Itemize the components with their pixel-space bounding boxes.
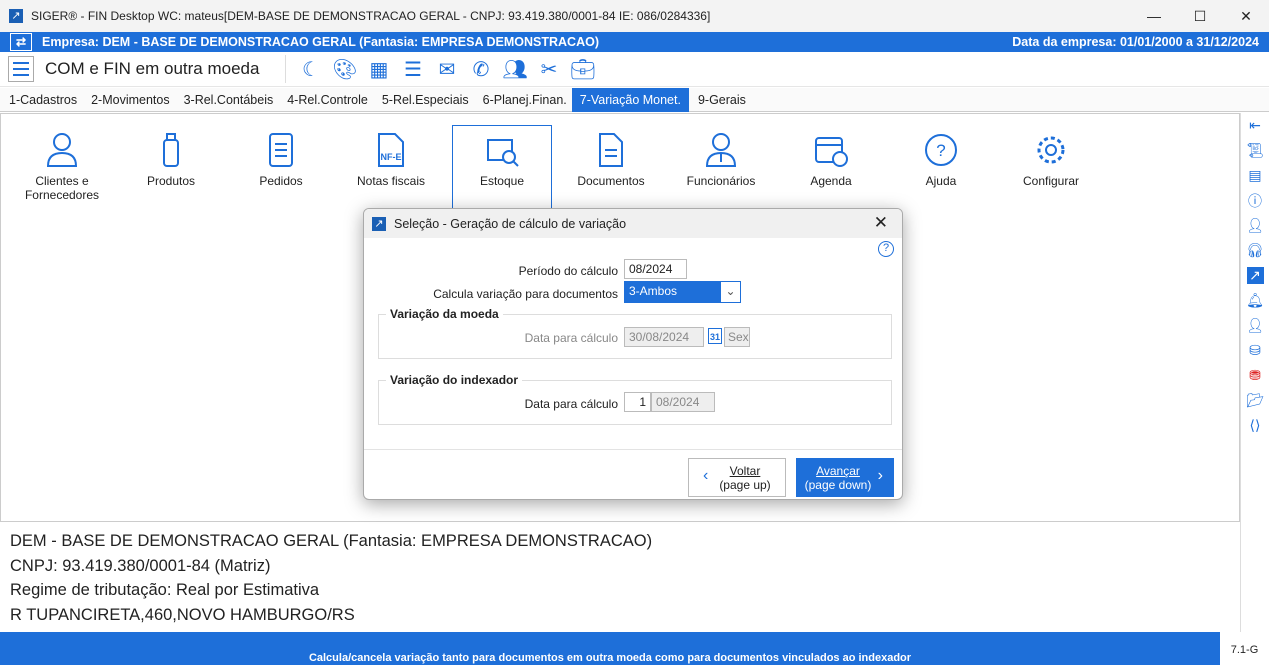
person-icon: [46, 133, 78, 167]
mail-icon[interactable]: ✉: [430, 55, 464, 83]
back-button[interactable]: ‹ Voltar (page up): [688, 458, 786, 497]
dialog-close-button[interactable]: ✕: [874, 213, 888, 233]
folder-icon[interactable]: 📂︎: [1241, 388, 1269, 413]
switch-company-icon[interactable]: ⇄: [10, 33, 32, 51]
shortcut-produtos[interactable]: Produtos: [121, 126, 221, 212]
calcula-select[interactable]: 3-Ambos ⌄: [624, 281, 741, 303]
users-icon[interactable]: 👥︎: [498, 55, 532, 83]
menu-planej-finan[interactable]: 6-Planej.Finan.: [474, 88, 572, 112]
periodo-label: Período do cálculo: [518, 264, 618, 278]
coins-icon[interactable]: ⛃: [1241, 363, 1269, 388]
briefcase-icon[interactable]: 💼︎: [566, 55, 600, 83]
info-address: R TUPANCIRETA,460,NOVO HAMBURGO/RS: [10, 605, 355, 624]
chevron-down-icon[interactable]: ⌄: [721, 282, 740, 302]
shortcut-notas-fiscais[interactable]: NF-E Notas fiscais: [341, 126, 441, 212]
periodo-input[interactable]: 08/2024: [624, 259, 687, 279]
window-titlebar: ↗ SIGER® - FIN Desktop WC: mateus[DEM-BA…: [0, 0, 1269, 32]
calendar-icon[interactable]: 31: [708, 328, 722, 344]
module-title: COM e FIN em outra moeda: [45, 59, 260, 78]
moon-icon[interactable]: ☾: [294, 55, 328, 83]
document-list-icon: [269, 133, 293, 167]
svg-text:?: ?: [936, 141, 945, 160]
app-icon: ↗: [9, 9, 23, 23]
user-icon[interactable]: 👤︎: [1241, 313, 1269, 338]
minimize-button[interactable]: —: [1131, 0, 1177, 32]
indexador-month-input: 08/2024: [651, 392, 715, 412]
tools-icon[interactable]: ✂: [532, 55, 566, 83]
help-icon[interactable]: ⓘ: [1241, 188, 1269, 213]
bell-icon[interactable]: 🔔︎: [1241, 288, 1269, 313]
version-label: 7.1-G: [1220, 632, 1269, 665]
user-check-icon[interactable]: 👤︎: [1241, 213, 1269, 238]
headset-icon[interactable]: 🎧︎: [1241, 238, 1269, 263]
company-bar: ⇄ Empresa: DEM - BASE DE DEMONSTRACAO GE…: [0, 32, 1269, 52]
moeda-data-label: Data para cálculo: [524, 331, 618, 345]
company-date-range: Data da empresa: 01/01/2000 a 31/12/2024: [1012, 35, 1259, 49]
maximize-button[interactable]: ☐: [1177, 0, 1223, 32]
palette-icon[interactable]: 🎨︎: [328, 55, 362, 83]
window-title: SIGER® - FIN Desktop WC: mateus[DEM-BASE…: [31, 9, 711, 23]
dialog-app-icon: ↗: [372, 216, 386, 231]
news-icon[interactable]: ▤: [1241, 163, 1269, 188]
menu-rel-contabeis[interactable]: 3-Rel.Contábeis: [175, 88, 279, 112]
shortcut-funcionarios[interactable]: Funcionários: [671, 126, 771, 212]
company-info: DEM - BASE DE DEMONSTRACAO GERAL (Fantas…: [0, 523, 1240, 632]
dialog-title: Seleção - Geração de cálculo de variação: [394, 216, 627, 231]
info-regime: Regime de tributação: Real por Estimativ…: [10, 581, 320, 599]
notes-icon[interactable]: ☰: [396, 55, 430, 83]
shortcut-arrow-icon[interactable]: ↗: [1241, 263, 1269, 288]
help-icon: ?: [925, 134, 957, 166]
indexador-day-input[interactable]: 1: [624, 392, 651, 412]
database-icon[interactable]: ⛁: [1241, 338, 1269, 363]
calcula-label: Calcula variação para documentos: [433, 287, 618, 301]
next-button[interactable]: Avançar (page down) ›: [796, 458, 894, 497]
moeda-data-input: 30/08/2024: [624, 327, 704, 347]
indexador-legend: Variação do indexador: [390, 373, 519, 387]
help-icon[interactable]: ?: [878, 241, 894, 257]
moeda-weekday: Sex: [724, 327, 750, 347]
main-menu: 1-Cadastros 2-Movimentos 3-Rel.Contábeis…: [0, 87, 1269, 112]
shortcut-pedidos[interactable]: Pedidos: [231, 126, 331, 212]
shortcut-agenda[interactable]: Agenda: [781, 126, 881, 212]
menu-cadastros[interactable]: 1-Cadastros: [0, 88, 82, 112]
svg-text:NF-E: NF-E: [381, 152, 402, 162]
nfe-icon: NF-E: [378, 133, 404, 167]
menu-movimentos[interactable]: 2-Movimentos: [82, 88, 175, 112]
shortcut-ajuda[interactable]: ? Ajuda: [891, 126, 991, 212]
indexador-data-label: Data para cálculo: [524, 397, 618, 411]
toolbar: COM e FIN em outra moeda ☾ 🎨︎ ▦ ☰ ✉ ✆ 👥︎…: [0, 52, 1269, 87]
shortcut-configurar[interactable]: Configurar: [1001, 126, 1101, 212]
menu-rel-especiais[interactable]: 5-Rel.Especiais: [373, 88, 474, 112]
company-name: Empresa: DEM - BASE DE DEMONSTRACAO GERA…: [42, 35, 600, 49]
shortcut-clientes[interactable]: Clientes e Fornecedores: [12, 126, 112, 212]
bottle-icon: [163, 133, 179, 167]
menu-gerais[interactable]: 9-Gerais: [689, 88, 751, 112]
box-search-icon: [487, 139, 519, 167]
document-icon: [599, 133, 623, 167]
info-company: DEM - BASE DE DEMONSTRACAO GERAL (Fantas…: [10, 532, 653, 550]
scroll-icon[interactable]: 📜︎: [1241, 138, 1269, 163]
status-bar: Calcula/cancela variação tanto para docu…: [0, 632, 1220, 665]
calculator-icon[interactable]: ▦: [362, 55, 396, 83]
right-sidebar: ⇤ 📜︎ ▤ ⓘ 👤︎ 🎧︎ ↗ 🔔︎ 👤︎ ⛁ ⛃ 📂︎ ⟨⟩: [1240, 113, 1269, 632]
collapse-icon[interactable]: ⇤: [1241, 113, 1269, 138]
shortcut-estoque[interactable]: Estoque: [452, 125, 552, 215]
gear-icon: [1037, 136, 1065, 164]
phone-icon[interactable]: ✆: [464, 55, 498, 83]
close-button[interactable]: ✕: [1223, 0, 1269, 32]
menu-variacao-monet[interactable]: 7-Variação Monet.: [571, 87, 689, 112]
employee-icon: [705, 133, 737, 167]
shortcut-documentos[interactable]: Documentos: [561, 126, 661, 212]
calendar-clock-icon: [815, 137, 848, 167]
menu-hamburger-button[interactable]: [8, 56, 34, 82]
menu-rel-controle[interactable]: 4-Rel.Controle: [278, 88, 373, 112]
selection-dialog: ↗ Seleção - Geração de cálculo de variaçã…: [363, 208, 903, 500]
info-cnpj: CNPJ: 93.419.380/0001-84 (Matriz): [10, 556, 271, 575]
code-file-icon[interactable]: ⟨⟩: [1241, 413, 1269, 438]
moeda-legend: Variação da moeda: [390, 307, 499, 321]
